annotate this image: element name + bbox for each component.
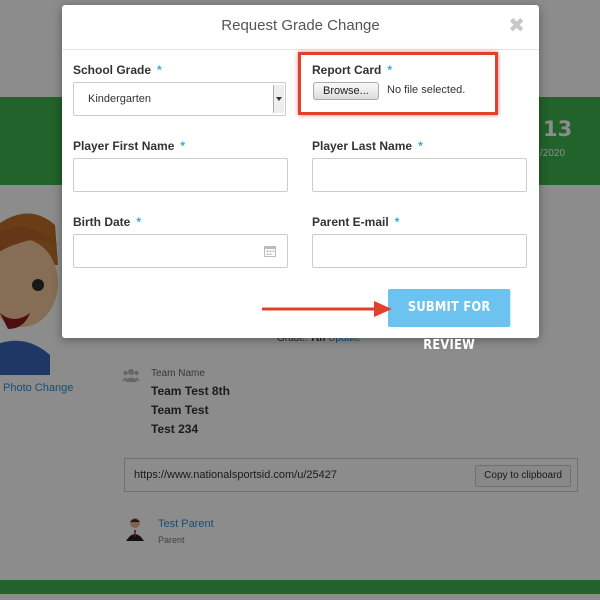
birth-date-label: Birth Date *: [73, 215, 141, 229]
file-status: No file selected.: [387, 84, 466, 96]
required-marker: *: [157, 63, 162, 77]
modal-title: Request Grade Change: [221, 17, 380, 34]
last-name-label-text: Player Last Name: [312, 139, 413, 153]
calendar-icon[interactable]: [264, 245, 276, 257]
birth-date-label-text: Birth Date: [73, 215, 131, 229]
birth-date-input[interactable]: [73, 234, 288, 268]
school-grade-label-text: School Grade: [73, 63, 152, 77]
close-icon[interactable]: ✖: [508, 16, 525, 36]
request-grade-change-modal: Request Grade Change ✖ School Grade * Kin…: [62, 5, 539, 353]
report-card-label-text: Report Card: [312, 63, 382, 77]
submit-for-review-button[interactable]: SUBMIT FOR REVIEW: [388, 289, 511, 353]
parent-email-label-text: Parent E-mail: [312, 215, 389, 229]
required-marker: *: [394, 215, 400, 229]
first-name-label: Player First Name *: [73, 139, 185, 153]
parent-email-input[interactable]: [312, 234, 527, 268]
last-name-label: Player Last Name *: [312, 139, 423, 153]
required-marker: *: [136, 215, 142, 229]
browse-button[interactable]: Browse...: [313, 82, 379, 100]
select-arrow-icon[interactable]: [273, 85, 284, 113]
last-name-input[interactable]: [312, 158, 527, 192]
first-name-input[interactable]: [73, 158, 288, 192]
school-grade-label: School Grade *: [73, 63, 162, 77]
required-marker: *: [387, 63, 393, 77]
required-marker: *: [418, 139, 423, 153]
school-grade-select[interactable]: Kindergarten: [73, 82, 286, 116]
modal-header: Request Grade Change ✖: [62, 5, 539, 50]
report-card-label: Report Card *: [312, 63, 392, 77]
parent-email-label: Parent E-mail *: [312, 215, 399, 229]
school-grade-selected: Kindergarten: [88, 93, 151, 105]
first-name-label-text: Player First Name: [73, 139, 175, 153]
annotation-arrow-icon: [262, 301, 392, 317]
required-marker: *: [180, 139, 186, 153]
